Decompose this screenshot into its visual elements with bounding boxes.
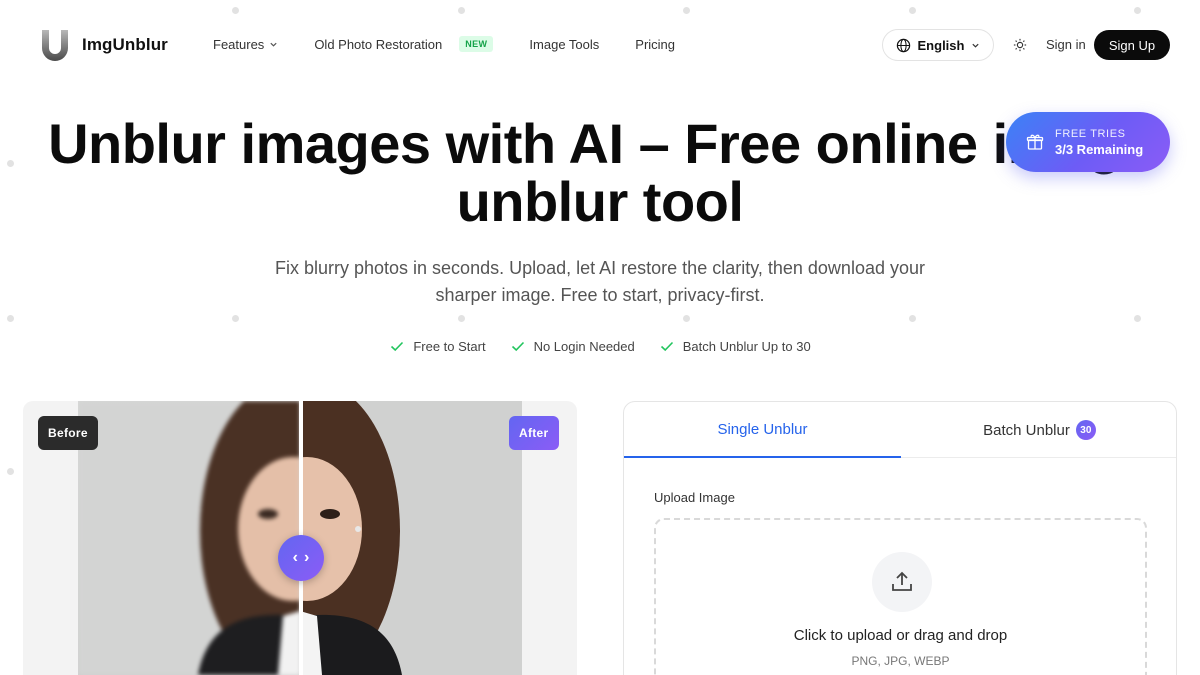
portrait-after-sharp <box>300 401 522 675</box>
upload-tabs: Single Unblur Batch Unblur 30 <box>624 402 1176 458</box>
top-nav: ImgUnblur Features Old Photo Restoration… <box>0 0 1200 90</box>
gift-icon <box>1026 134 1044 150</box>
sign-in-link[interactable]: Sign in <box>1046 37 1086 52</box>
nav-image-tools-label: Image Tools <box>529 36 600 52</box>
nav-pricing[interactable]: Pricing <box>635 37 675 52</box>
chevron-right-icon: › <box>304 549 310 566</box>
before-after-comparison[interactable]: ‹ › Before After <box>23 401 577 675</box>
nav-features[interactable]: Features <box>213 37 278 52</box>
sun-icon <box>1013 38 1027 52</box>
feature-check-item: Free to Start <box>389 338 486 354</box>
brand-logo[interactable]: ImgUnblur <box>38 28 168 62</box>
nav-links: Features Old Photo Restoration NEW Image… <box>213 36 711 52</box>
chevron-down-icon <box>972 43 980 48</box>
check-icon <box>391 341 404 352</box>
upload-image-label: Upload Image <box>654 490 735 505</box>
hero-title-line2: unblur tool <box>456 170 744 233</box>
tab-batch-unblur[interactable]: Batch Unblur 30 <box>901 402 1176 458</box>
feature-check-label: Free to Start <box>413 338 486 354</box>
nav-pricing-label: Pricing <box>635 36 676 52</box>
logo-icon <box>38 28 72 62</box>
feature-check-item: Batch Unblur Up to 30 <box>659 338 811 354</box>
hero-title-line1: Unblur images with AI – Free online imag… <box>48 112 1152 175</box>
chevron-down-icon <box>270 42 277 47</box>
language-selector[interactable]: English <box>882 29 994 61</box>
free-tries-value: 3/3 Remaining <box>1055 141 1144 157</box>
free-tries-badge[interactable]: FREE TRIES 3/3 Remaining <box>1006 112 1170 172</box>
upload-icon-circle <box>872 552 932 612</box>
check-icon <box>511 341 524 352</box>
dropzone-instruction: Click to upload or drag and drop <box>793 627 1008 644</box>
nav-image-tools[interactable]: Image Tools <box>529 37 599 52</box>
free-tries-label: FREE TRIES <box>1055 127 1126 140</box>
batch-count-badge: 30 <box>1075 420 1096 440</box>
brand-name: ImgUnblur <box>82 35 168 54</box>
tab-single-unblur[interactable]: Single Unblur <box>624 402 901 458</box>
feature-check-item: No Login Needed <box>510 338 635 354</box>
feature-checks: Free to Start No Login Needed Batch Unbl… <box>0 338 1200 354</box>
language-label: English <box>917 37 965 53</box>
after-label: After <box>509 416 559 450</box>
check-icon <box>660 341 673 352</box>
tab-single-unblur-label: Single Unblur <box>717 420 808 438</box>
tab-batch-unblur-label: Batch Unblur <box>983 421 1070 439</box>
new-badge: NEW <box>459 36 494 52</box>
theme-toggle[interactable] <box>1008 33 1032 57</box>
comparison-slider-handle[interactable]: ‹ › <box>278 535 324 581</box>
globe-icon <box>896 38 910 52</box>
feature-check-label: Batch Unblur Up to 30 <box>682 338 811 354</box>
portrait-before-blurred <box>78 401 300 675</box>
nav-old-photo-label: Old Photo Restoration <box>314 36 443 52</box>
nav-old-photo-restoration[interactable]: Old Photo Restoration NEW <box>314 36 494 52</box>
chevron-left-icon: ‹ <box>292 549 298 566</box>
feature-check-label: No Login Needed <box>533 338 635 354</box>
upload-icon <box>892 571 912 591</box>
upload-dropzone[interactable]: Click to upload or drag and drop PNG, JP… <box>654 518 1147 675</box>
hero-subtitle: Fix blurry photos in seconds. Upload, le… <box>274 258 925 305</box>
sign-up-button[interactable]: Sign Up <box>1094 30 1170 60</box>
upload-panel: Single Unblur Batch Unblur 30 Upload Ima… <box>623 401 1177 675</box>
dropzone-formats: PNG, JPG, WEBP <box>851 654 950 668</box>
nav-features-label: Features <box>213 36 265 52</box>
before-label: Before <box>38 416 98 450</box>
